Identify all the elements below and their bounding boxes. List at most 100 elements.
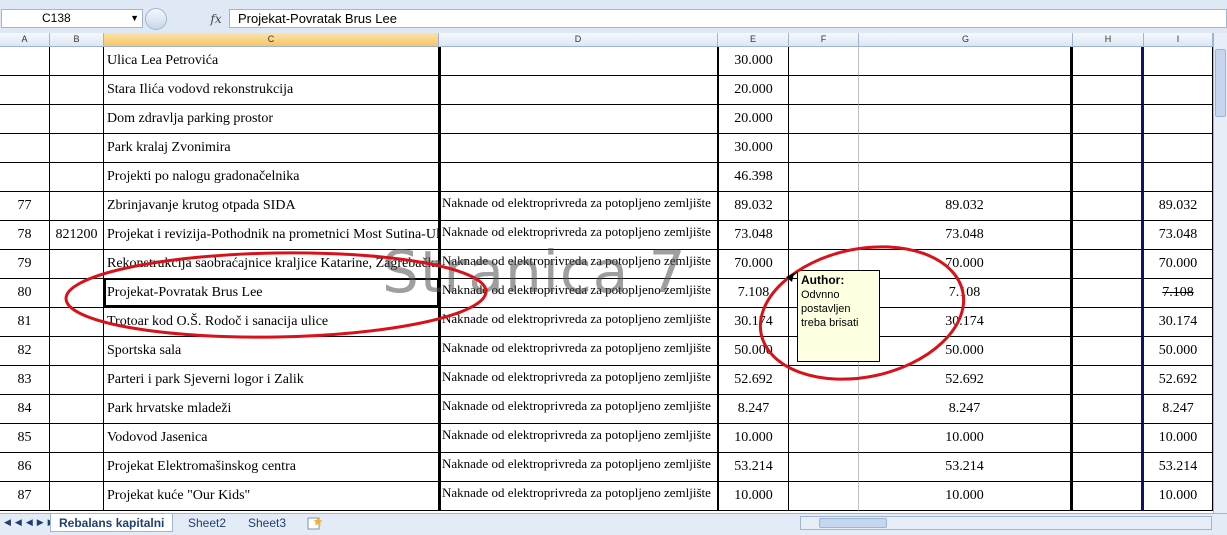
cell-c[interactable]: Rekonstrukcija saobraćajnice kraljice Ka… (104, 250, 439, 279)
cell-b[interactable] (50, 105, 104, 134)
cell-c[interactable]: Park kralaj Zvonimira (104, 134, 439, 163)
cell-b[interactable] (50, 395, 104, 424)
cell-f[interactable] (789, 105, 859, 134)
cell-f[interactable] (789, 424, 859, 453)
cell-e[interactable]: 8.247 (718, 395, 789, 424)
cell-i[interactable] (1144, 76, 1213, 105)
cell-e[interactable]: 7.108 (718, 279, 789, 308)
cell-f[interactable] (789, 134, 859, 163)
cell-i[interactable]: 10.000 (1144, 482, 1213, 511)
cell-i[interactable]: 8.247 (1144, 395, 1213, 424)
cell-c[interactable]: Projekti po nalogu gradonačelnika (104, 163, 439, 192)
cell-a[interactable]: 85 (0, 424, 50, 453)
cell-h[interactable] (1073, 47, 1144, 76)
cell-f[interactable] (789, 221, 859, 250)
cell-e[interactable]: 89.032 (718, 192, 789, 221)
cell-h[interactable] (1073, 221, 1144, 250)
cell-i[interactable]: 7.108 (1144, 279, 1213, 308)
chevron-down-icon[interactable]: ▼ (130, 10, 139, 27)
cell-h[interactable] (1073, 395, 1144, 424)
cell-a[interactable]: 80 (0, 279, 50, 308)
cell-c[interactable]: Vodovod Jasenica (104, 424, 439, 453)
cell-g[interactable] (859, 47, 1073, 76)
vertical-scroll-thumb[interactable] (1215, 49, 1226, 117)
cell-i[interactable] (1144, 163, 1213, 192)
cell-g[interactable]: 50.000 (859, 337, 1073, 366)
column-header-g[interactable]: G (859, 33, 1073, 47)
cell-c[interactable]: Ulica Lea Petrovića (104, 47, 439, 76)
cell-a[interactable]: 81 (0, 308, 50, 337)
cell-h[interactable] (1073, 105, 1144, 134)
cell-g[interactable]: 10.000 (859, 482, 1073, 511)
cell-i[interactable]: 70.000 (1144, 250, 1213, 279)
cell-i[interactable] (1144, 105, 1213, 134)
cell-h[interactable] (1073, 134, 1144, 163)
cell-i[interactable]: 30.174 (1144, 308, 1213, 337)
cell-i[interactable]: 52.692 (1144, 366, 1213, 395)
cell-e[interactable]: 53.214 (718, 453, 789, 482)
horizontal-scrollbar[interactable] (800, 516, 1212, 530)
cell-a[interactable]: 84 (0, 395, 50, 424)
cell-g[interactable]: 30.174 (859, 308, 1073, 337)
cell-h[interactable] (1073, 424, 1144, 453)
cell-e[interactable]: 20.000 (718, 76, 789, 105)
vertical-scrollbar[interactable] (1213, 33, 1227, 513)
cell-d[interactable]: Naknade od elektroprivreda za potopljeno… (439, 279, 718, 308)
cell-b[interactable] (50, 134, 104, 163)
cell-g[interactable]: 7.108 (859, 279, 1073, 308)
cell-c[interactable]: Stara Ilića vodovd rekonstrukcija (104, 76, 439, 105)
cell-a[interactable] (0, 134, 50, 163)
cell-g[interactable]: 70.000 (859, 250, 1073, 279)
cell-b[interactable] (50, 424, 104, 453)
cell-d[interactable] (439, 76, 718, 105)
cell-d[interactable] (439, 105, 718, 134)
cell-i[interactable]: 50.000 (1144, 337, 1213, 366)
column-header-f[interactable]: F (789, 33, 859, 47)
cell-f[interactable] (789, 163, 859, 192)
formula-input[interactable]: Projekat-Povratak Brus Lee (229, 9, 1227, 28)
cell-h[interactable] (1073, 308, 1144, 337)
cell-c[interactable]: Projekat Elektromašinskog centra (104, 453, 439, 482)
cell-c[interactable]: Park hrvatske mladeži (104, 395, 439, 424)
tab-rebalans-kapitalni[interactable]: Rebalans kapitalni (50, 514, 174, 532)
cell-f[interactable] (789, 76, 859, 105)
cell-d[interactable]: Naknade od elektroprivreda za potopljeno… (439, 395, 718, 424)
cell-c[interactable]: Projekat kuće "Our Kids" (104, 482, 439, 511)
cell-g[interactable] (859, 163, 1073, 192)
column-header-d[interactable]: D (439, 33, 718, 47)
cell-h[interactable] (1073, 366, 1144, 395)
cell-h[interactable] (1073, 279, 1144, 308)
column-header-a[interactable]: A (0, 33, 50, 47)
cell-a[interactable]: 83 (0, 366, 50, 395)
cell-c[interactable]: Dom zdravlja parking prostor (104, 105, 439, 134)
formula-bar-grip[interactable] (145, 8, 167, 30)
cell-b[interactable] (50, 482, 104, 511)
cell-f[interactable] (789, 366, 859, 395)
cell-b[interactable] (50, 279, 104, 308)
cell-h[interactable] (1073, 453, 1144, 482)
column-header-i[interactable]: I (1144, 33, 1213, 47)
cell-i[interactable] (1144, 134, 1213, 163)
cell-b[interactable] (50, 308, 104, 337)
insert-function-icon[interactable]: fx (205, 10, 227, 28)
cell-i[interactable]: 10.000 (1144, 424, 1213, 453)
cell-h[interactable] (1073, 192, 1144, 221)
cell-g[interactable] (859, 134, 1073, 163)
cell-a[interactable]: 79 (0, 250, 50, 279)
cell-g[interactable] (859, 76, 1073, 105)
cell-c[interactable]: Trotoar kod O.Š. Rodoč i sanacija ulice (104, 308, 439, 337)
cell-h[interactable] (1073, 76, 1144, 105)
horizontal-scroll-thumb[interactable] (819, 518, 887, 528)
cell-d[interactable]: Naknade od elektroprivreda za potopljeno… (439, 366, 718, 395)
cell-a[interactable]: 87 (0, 482, 50, 511)
insert-sheet-icon[interactable] (307, 516, 323, 530)
cell-b[interactable] (50, 192, 104, 221)
cell-b[interactable] (50, 163, 104, 192)
cell-d[interactable] (439, 134, 718, 163)
cell-e[interactable]: 30.000 (718, 134, 789, 163)
cell-g[interactable]: 52.692 (859, 366, 1073, 395)
cell-h[interactable] (1073, 250, 1144, 279)
column-header-c[interactable]: C (104, 33, 439, 47)
cell-d[interactable]: Naknade od elektroprivreda za potopljeno… (439, 453, 718, 482)
cell-f[interactable] (789, 453, 859, 482)
